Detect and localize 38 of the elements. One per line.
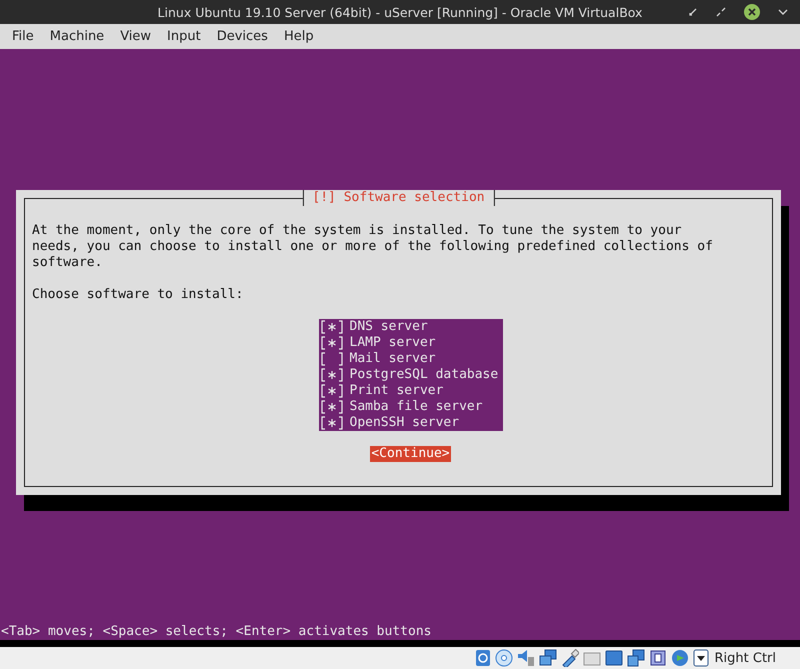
display-icon[interactable] [604, 649, 622, 667]
checkbox[interactable] [320, 368, 344, 382]
minimize-icon[interactable] [688, 7, 698, 17]
description-text: At the moment, only the core of the system is installed. To tune the system to your needs, you can choose to install one or more of the following predefined collections of software. [32, 223, 714, 271]
menu-item[interactable]: File [4, 29, 42, 44]
dialog-title: [!] Software selection [302, 190, 495, 206]
menu-item[interactable]: Help [276, 29, 322, 44]
checkbox[interactable] [320, 352, 344, 366]
checkbox[interactable] [320, 384, 344, 398]
checkbox-label[interactable]: Samba file server [350, 399, 483, 415]
chevron-down-icon[interactable] [778, 9, 788, 15]
menu-item[interactable]: View [112, 29, 160, 44]
checkbox-label[interactable]: PostgreSQL database [350, 367, 498, 383]
menu-item[interactable]: Devices [208, 29, 276, 44]
checkbox[interactable] [320, 320, 344, 334]
speaker-icon[interactable] [516, 649, 534, 667]
close-icon[interactable] [744, 4, 760, 20]
network-icon[interactable] [538, 649, 556, 667]
usb-icon[interactable] [560, 649, 578, 667]
optical-disc-icon[interactable] [494, 649, 512, 667]
prompt-text: Choose software to install: [32, 287, 244, 303]
chip-icon[interactable] [648, 649, 666, 667]
menu-item[interactable]: Machine [42, 29, 112, 44]
checkbox-label[interactable]: Print server [350, 383, 444, 399]
menu-item[interactable]: Input [159, 29, 209, 44]
help-line: <Tab> moves; <Space> selects; <Enter> activates buttons [0, 624, 432, 640]
continue-button[interactable]: <Continue> [370, 446, 451, 462]
checkbox-label[interactable]: DNS server [350, 319, 428, 335]
host-key-label: Right Ctrl [714, 650, 776, 666]
checkbox-label[interactable]: Mail server [350, 351, 436, 367]
restore-icon[interactable] [716, 7, 726, 17]
checkbox[interactable] [320, 400, 344, 414]
checkbox[interactable] [320, 416, 344, 430]
windows-icon[interactable] [626, 649, 644, 667]
checkbox-label[interactable]: LAMP server [350, 335, 436, 351]
checkbox[interactable] [320, 336, 344, 350]
checkbox-label[interactable]: OpenSSH server [350, 415, 460, 431]
window-title: Linux Ubuntu 19.10 Server (64bit) - uServer [Running] - Oracle VM VirtualBox [158, 4, 642, 20]
